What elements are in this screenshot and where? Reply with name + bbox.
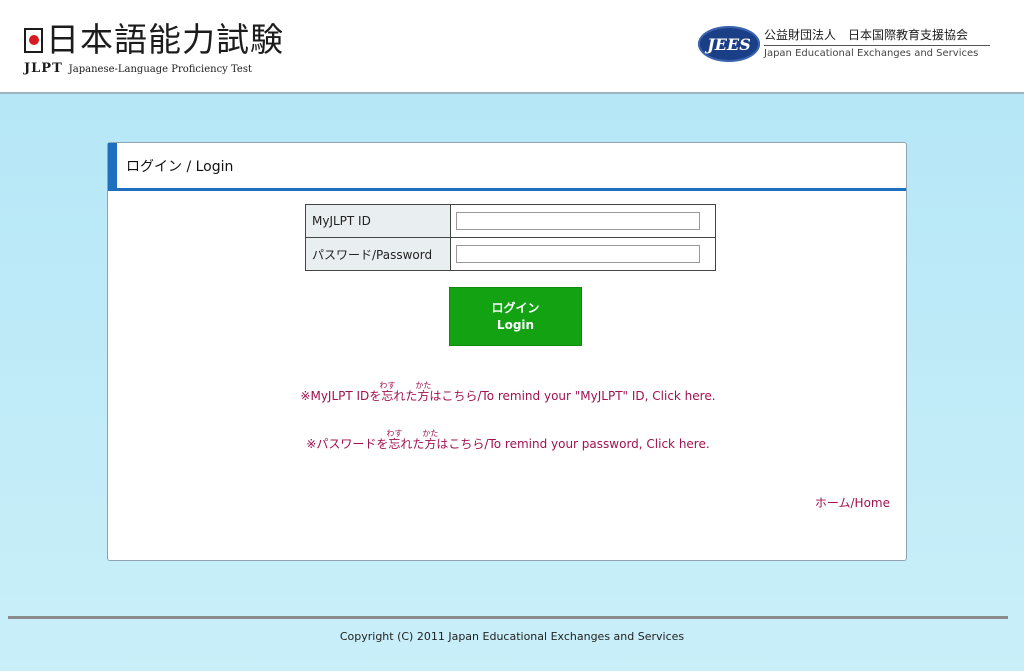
jees-divider (764, 45, 990, 46)
jlpt-logo[interactable]: 日本語能力試験 JLPT Japanese-Language Proficien… (24, 22, 284, 76)
japan-flag-icon (24, 27, 43, 53)
jlpt-abbreviation: JLPT (24, 61, 63, 76)
id-row: MyJLPT ID (305, 204, 716, 238)
login-button-label-jp: ログイン (491, 300, 540, 315)
remind-password-link[interactable]: ※パスワードを忘わすれた方かたはこちら/To remind your passw… (108, 429, 908, 452)
site-header: 日本語能力試験 JLPT Japanese-Language Proficien… (0, 0, 1024, 94)
login-button-label-en: Login (496, 317, 535, 332)
remind-id-link[interactable]: ※MyJLPT IDを忘わすれた方かたはこちら/To remind your "… (108, 381, 908, 404)
copyright: Copyright (C) 2011 Japan Educational Exc… (339, 630, 685, 643)
jees-logo[interactable]: JEES 公益財団法人 日本国際教育支援協会 Japan Educational… (698, 26, 990, 62)
footer-divider (8, 616, 1008, 619)
login-button[interactable]: ログイン Login (449, 287, 582, 346)
login-panel: ログイン / Login MyJLPT ID パスワード/Password ログ… (107, 142, 907, 561)
jees-mark-icon: JEES (698, 26, 760, 62)
password-row: パスワード/Password (305, 237, 716, 271)
home-link[interactable]: ホーム/Home (815, 494, 890, 511)
password-label: パスワード/Password (305, 237, 451, 271)
jees-name-en: Japan Educational Exchanges and Services (764, 48, 979, 59)
furigana: かた (415, 381, 432, 390)
furigana: わす (386, 429, 403, 438)
furigana: かた (422, 429, 439, 438)
furigana: わす (379, 381, 396, 390)
login-panel-title: ログイン / Login (108, 143, 906, 191)
jlpt-title: 日本語能力試験 (46, 20, 284, 59)
password-input[interactable] (456, 245, 700, 263)
login-form: MyJLPT ID パスワード/Password (305, 204, 716, 271)
jees-name-jp: 公益財団法人 日本国際教育支援協会 (764, 28, 969, 42)
id-label: MyJLPT ID (305, 204, 451, 238)
jlpt-full-name: Japanese-Language Proficiency Test (68, 64, 252, 75)
id-input[interactable] (456, 212, 700, 230)
